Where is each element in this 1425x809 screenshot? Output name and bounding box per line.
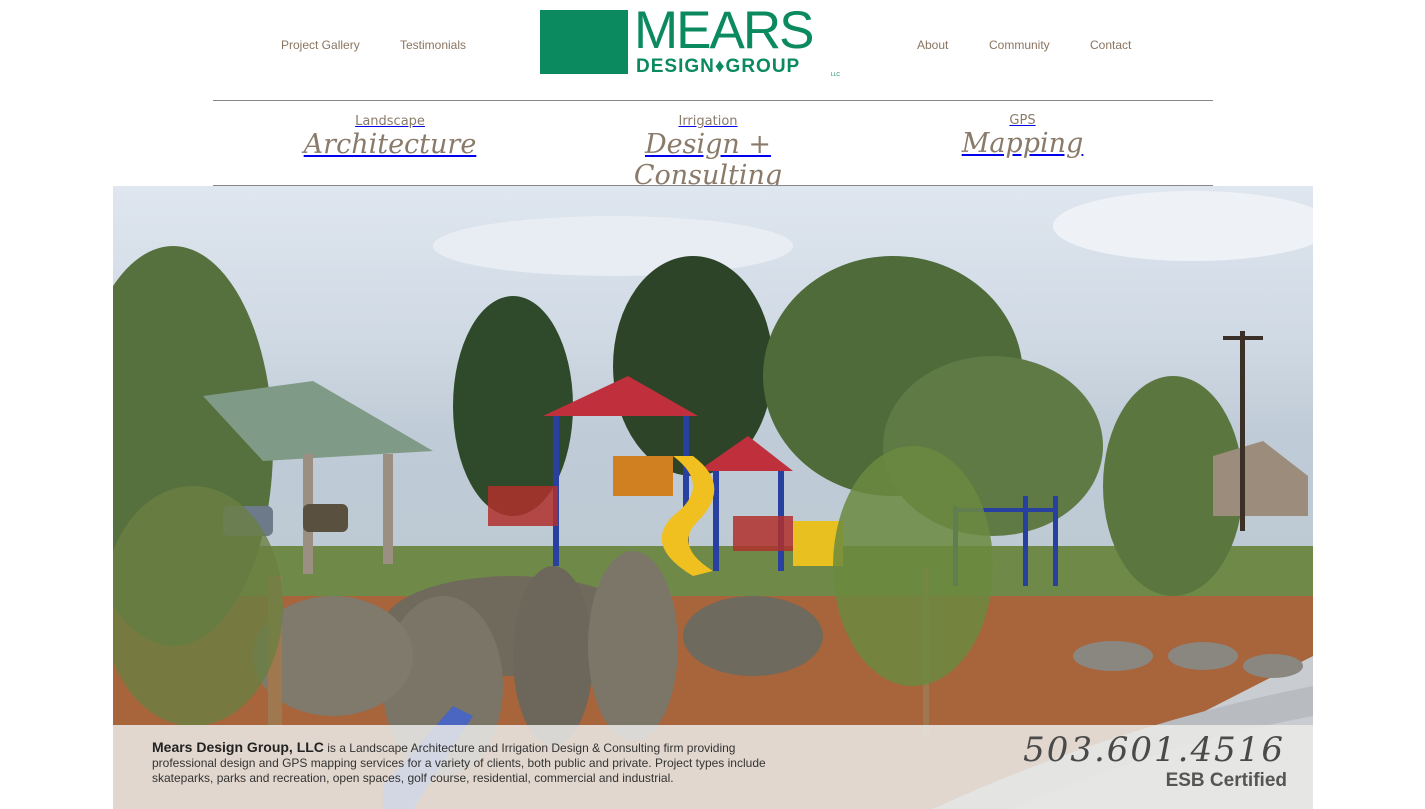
service-gps-mapping[interactable]: GPS Mapping xyxy=(950,113,1095,159)
phone-number: 503.601.4516 xyxy=(1023,730,1285,770)
hero-playground-photo: Mears Design Group, LLC is a Landscape A… xyxy=(113,186,1313,809)
esb-certified-label: ESB Certified xyxy=(1165,770,1287,791)
logo-square xyxy=(540,10,628,74)
nav-link-project-gallery[interactable]: Project Gallery xyxy=(281,38,360,52)
logo-llc: LLC xyxy=(830,72,840,78)
service-label-small: Landscape xyxy=(355,114,425,129)
mears-logo[interactable]: MEARS DESIGN♦GROUP LLC xyxy=(540,4,842,78)
service-label-script: Design + Consulting xyxy=(633,129,783,191)
nav-link-about[interactable]: About xyxy=(917,38,948,52)
logo-subtitle: DESIGN♦GROUP xyxy=(636,56,801,77)
service-irrigation-design[interactable]: Irrigation Design + Consulting xyxy=(588,114,828,191)
service-label-small: GPS xyxy=(1009,113,1036,128)
playground-illustration xyxy=(113,191,1313,809)
intro-caption-bar: Mears Design Group, LLC is a Landscape A… xyxy=(113,725,1313,809)
logo-wordmark: MEARS xyxy=(634,1,814,60)
intro-text: Mears Design Group, LLC is a Landscape A… xyxy=(152,740,792,786)
nav-link-contact[interactable]: Contact xyxy=(1090,38,1131,52)
service-label-script: Mapping xyxy=(961,128,1084,159)
service-landscape-architecture[interactable]: Landscape Architecture xyxy=(300,114,480,160)
service-label-small: Irrigation xyxy=(678,114,738,129)
nav-link-community[interactable]: Community xyxy=(989,38,1050,52)
nav-link-testimonials[interactable]: Testimonials xyxy=(400,38,466,52)
divider-top xyxy=(213,100,1213,101)
company-name: Mears Design Group, LLC xyxy=(152,739,324,755)
service-label-script: Architecture xyxy=(303,129,477,160)
